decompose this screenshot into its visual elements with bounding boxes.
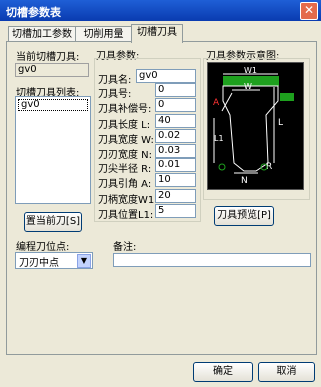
close-button[interactable]: ✕ [300, 2, 318, 20]
tab-cutting-amount[interactable]: 切削用量 [75, 26, 132, 42]
chevron-down-icon[interactable]: ▼ [77, 254, 91, 268]
lead-angle-label: 刀具引角 A: [98, 179, 152, 190]
dim-l1-text: L1 [214, 134, 224, 143]
list-item[interactable]: gv0 [18, 99, 88, 111]
ok-button[interactable]: 确定 [193, 362, 253, 382]
tool-diagram: W1 W A L L1 N R [207, 62, 304, 190]
tool-preview-button[interactable]: 刀具预览[P] [214, 206, 274, 226]
tab-grooving-params[interactable]: 切槽加工参数 [8, 26, 76, 42]
dim-w1-text: W1 [244, 66, 257, 75]
tool-body-outline [222, 85, 279, 172]
tool-offset-input[interactable]: 0 [155, 98, 196, 112]
tool-tip-green [280, 93, 294, 101]
tool-width-input[interactable]: 0.02 [155, 129, 196, 143]
note-input[interactable] [113, 253, 311, 267]
tool-point-select[interactable]: 刀刃中点 ▼ [15, 252, 93, 269]
edge-width-input[interactable]: 0.03 [155, 144, 196, 158]
tool-point-label: 编程刀位点: [16, 242, 70, 253]
tool-width-label: 刀具宽度 W: [98, 135, 154, 146]
tool-length-input[interactable]: 40 [155, 114, 196, 128]
tool-position-input[interactable]: 5 [155, 204, 196, 218]
current-tool-label: 当前切槽刀具: [16, 52, 80, 63]
nose-radius-input[interactable]: 0.01 [155, 158, 196, 172]
tool-point-value: 刀刃中点 [19, 258, 59, 269]
window-title: 切槽参数表 [6, 6, 61, 19]
tool-position-label: 刀具位置L1: [98, 210, 154, 221]
nose-radius-label: 刀尖半径 R: [98, 164, 152, 175]
title-bar: 切槽参数表 ✕ [0, 0, 321, 21]
note-label: 备注: [113, 242, 137, 253]
tool-name-label: 刀具名: [98, 75, 132, 86]
shank-width-input[interactable]: 20 [155, 189, 196, 203]
cancel-button[interactable]: 取消 [258, 362, 315, 382]
tool-offset-label: 刀具补偿号: [98, 104, 152, 115]
lead-angle-input[interactable]: 10 [155, 173, 196, 187]
tool-listbox[interactable]: gv0 [15, 96, 91, 204]
dim-l-text: L [278, 118, 283, 128]
tab-grooving-tool[interactable]: 切槽刀具 [131, 24, 183, 43]
dim-a-text: A [213, 98, 220, 108]
edge-width-label: 刀刃宽度 N: [98, 150, 153, 161]
origin-marker-left [218, 163, 226, 171]
tool-length-label: 刀具长度 L: [98, 120, 151, 131]
shank-width-label: 刀柄宽度W1: [98, 195, 158, 206]
tool-number-label: 刀具号: [98, 89, 132, 100]
current-tool-field: gv0 [15, 63, 89, 77]
dim-n-text: N [241, 176, 248, 186]
set-current-tool-button[interactable]: 置当前刀[S] [24, 212, 82, 232]
tool-name-input[interactable]: gv0 [136, 69, 196, 83]
tool-diagram-svg: W1 W A L L1 N R [213, 66, 294, 186]
tool-number-input[interactable]: 0 [155, 83, 196, 97]
